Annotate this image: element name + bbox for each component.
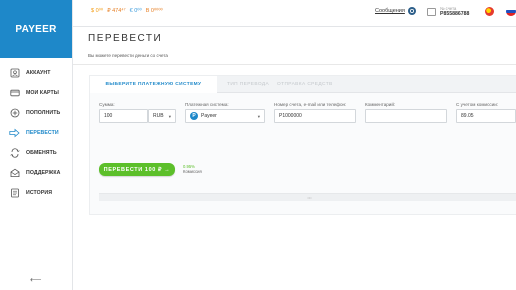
history-expand-bar[interactable]: ••• — [99, 193, 516, 201]
sidebar-item-label: АККАУНТ — [26, 70, 51, 76]
payeer-p-icon: P — [190, 112, 198, 120]
chevron-down-icon: ▾ — [257, 114, 260, 119]
support-envelope-icon — [9, 168, 20, 179]
account-icon — [9, 68, 20, 79]
commission-label: Комиссия — [183, 169, 202, 174]
transfer-submit-button[interactable]: ПЕРЕВЕСТИ 100 ₽ → — [99, 163, 175, 176]
sidebar: PAYEER АККАУНТ МОИ КАРТЫ ПОПОЛНИТЬ ПЕРЕВ… — [0, 0, 73, 290]
amount-label: Сумма: — [99, 102, 115, 107]
sidebar-item-label: ОБМЕНЯТЬ — [26, 150, 57, 156]
comment-label: Комментарий: — [365, 102, 396, 107]
balance-usd[interactable]: $ 0⁰⁰ — [91, 8, 103, 14]
with-commission-value: 89.05 — [461, 113, 474, 119]
sidebar-item-label: МОИ КАРТЫ — [26, 90, 59, 96]
logo-text: PAYEER — [15, 23, 57, 35]
sidebar-item-support[interactable]: ПОДДЕРЖКА — [0, 163, 72, 183]
amount-input[interactable]: 100 — [99, 109, 148, 123]
with-commission-label: С учетом комиссии: — [456, 102, 499, 107]
payment-system-value: Payeer — [201, 113, 217, 119]
messages-label: Сообщения — [375, 8, 405, 14]
tab-payment-system[interactable]: ВЫБЕРИТЕ ПЛАТЕЖНУЮ СИСТЕМУ — [90, 76, 217, 93]
tab-transfer-type[interactable]: ТИП ПЕРЕВОДА — [227, 76, 269, 93]
main-content: ПЕРЕВЕСТИ Вы можете перевести деньги со … — [73, 27, 516, 290]
sidebar-item-transfer[interactable]: ПЕРЕВЕСТИ — [0, 123, 72, 143]
sidebar-item-account[interactable]: АККАУНТ — [0, 63, 72, 83]
divider — [73, 64, 516, 65]
transfer-submit-label: ПЕРЕВЕСТИ 100 ₽ → — [103, 166, 171, 173]
with-commission-input[interactable]: 89.05 — [456, 109, 516, 123]
cards-icon — [9, 88, 20, 99]
balance-list: $ 0⁰⁰ ₽ 474⁴⁷ € 0⁰⁰ B 0⁰⁰⁰⁰ — [91, 8, 163, 14]
step-tabs: ВЫБЕРИТЕ ПЛАТЕЖНУЮ СИСТЕМУ ТИП ПЕРЕВОДА … — [90, 76, 516, 93]
sidebar-item-deposit[interactable]: ПОПОЛНИТЬ — [0, 103, 72, 123]
top-bar: $ 0⁰⁰ ₽ 474⁴⁷ € 0⁰⁰ B 0⁰⁰⁰⁰ Сообщения № … — [73, 0, 516, 27]
gear-icon — [407, 7, 416, 15]
more-dots-icon: ••• — [307, 195, 312, 200]
sidebar-item-cards[interactable]: МОИ КАРТЫ — [0, 83, 72, 103]
notifications-icon[interactable] — [485, 7, 494, 16]
recipient-value: P1000000 — [279, 113, 302, 119]
history-icon — [9, 188, 20, 199]
account-info[interactable]: № счета P855886788 — [427, 6, 469, 17]
tab-send-funds[interactable]: ОТПРАВКА СРЕДСТВ — [277, 76, 333, 93]
transfer-panel: ВЫБЕРИТЕ ПЛАТЕЖНУЮ СИСТЕМУ ТИП ПЕРЕВОДА … — [89, 75, 516, 215]
comment-input[interactable] — [365, 109, 447, 123]
balance-rub[interactable]: ₽ 474⁴⁷ — [107, 8, 126, 14]
exchange-icon — [9, 148, 20, 159]
sidebar-item-history[interactable]: ИСТОРИЯ — [0, 183, 72, 203]
recipient-input[interactable]: P1000000 — [274, 109, 356, 123]
recipient-label: Номер счета, e-mail или телефон: — [274, 102, 347, 107]
page-subtitle: Вы можете перевести деньги со счета — [88, 53, 168, 58]
sidebar-item-exchange[interactable]: ОБМЕНЯТЬ — [0, 143, 72, 163]
balance-btc[interactable]: B 0⁰⁰⁰⁰ — [146, 8, 163, 14]
currency-value: RUB — [153, 113, 164, 119]
sidebar-item-label: ПОПОЛНИТЬ — [26, 110, 61, 116]
transfer-arrow-icon — [9, 128, 20, 139]
collapse-sidebar-button[interactable]: ⟵ — [30, 275, 41, 284]
payeer-logo[interactable]: PAYEER — [0, 0, 72, 58]
plus-circle-icon — [9, 108, 20, 119]
chevron-down-icon: ▾ — [168, 114, 171, 119]
balance-eur[interactable]: € 0⁰⁰ — [130, 8, 142, 14]
wallet-icon — [427, 7, 436, 16]
amount-value: 100 — [104, 113, 113, 119]
app-root: PAYEER АККАУНТ МОИ КАРТЫ ПОПОЛНИТЬ ПЕРЕВ… — [0, 0, 516, 290]
account-number: P855886788 — [440, 11, 470, 17]
currency-select[interactable]: RUB ▾ — [148, 109, 176, 123]
payment-system-select[interactable]: P Payeer ▾ — [185, 109, 265, 123]
sidebar-item-label: ПОДДЕРЖКА — [26, 170, 61, 176]
commission-info: 0.95% Комиссия — [183, 164, 202, 174]
sidebar-nav: АККАУНТ МОИ КАРТЫ ПОПОЛНИТЬ ПЕРЕВЕСТИ ОБ… — [0, 63, 72, 203]
sidebar-item-label: ПЕРЕВЕСТИ — [26, 130, 59, 136]
sidebar-item-label: ИСТОРИЯ — [26, 190, 53, 196]
messages-link[interactable]: Сообщения — [375, 7, 416, 15]
page-title: ПЕРЕВЕСТИ — [88, 33, 163, 44]
payment-system-label: Платежная система: — [185, 102, 229, 107]
back-arrow-icon: ⟵ — [30, 275, 42, 284]
language-flag-icon[interactable] — [506, 7, 516, 16]
